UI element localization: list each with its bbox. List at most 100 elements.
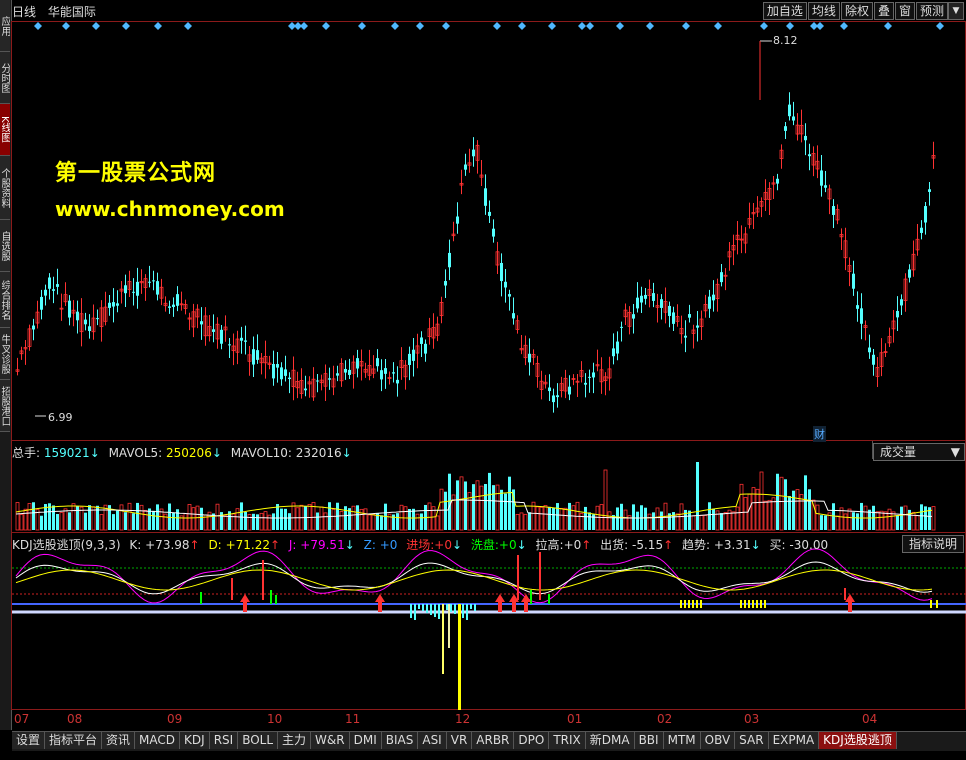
finance-badge[interactable]: 财 [813, 426, 826, 442]
volume-bar [720, 513, 723, 530]
event-diamond-icon [322, 22, 330, 30]
volume-bar [56, 513, 59, 530]
volume-bar [792, 490, 795, 530]
candle-body [108, 302, 111, 308]
indicator-tab[interactable]: RSI [209, 732, 239, 749]
candle-body [176, 294, 179, 306]
indicator-tab[interactable]: 新DMA [585, 732, 635, 749]
indicator-tab[interactable]: BOLL [238, 732, 279, 749]
indicator-tab[interactable]: 设置 [12, 732, 46, 749]
histogram-bar [930, 600, 932, 608]
indicator-tab[interactable]: DPO [514, 732, 550, 749]
histogram-bar [438, 604, 440, 619]
indicator-tab[interactable]: DMI [349, 732, 382, 749]
indicator-tab[interactable]: VR [446, 732, 473, 749]
candle-body [156, 281, 159, 295]
indicator-tab[interactable]: W&R [311, 732, 350, 749]
indicator-tab[interactable]: 指标平台 [45, 732, 103, 749]
candle-body [908, 269, 911, 278]
volume-bar [32, 502, 35, 530]
x-axis-label: 01 [567, 712, 583, 726]
kline-chart-canvas[interactable] [0, 0, 966, 760]
event-diamond-icon [493, 22, 501, 30]
candle-body [412, 349, 415, 361]
volume-selector[interactable]: 成交量 ▼ [873, 443, 965, 461]
volume-bar [616, 507, 619, 530]
indicator-tab[interactable]: ARBR [472, 732, 515, 749]
volume-bar [59, 512, 64, 531]
volume-bar [847, 508, 852, 531]
volume-bar [71, 503, 76, 531]
candle-body [52, 289, 55, 291]
volume-bar [875, 511, 880, 531]
volume-bar [156, 504, 159, 530]
watermark-url: www.chnmoney.com [55, 197, 285, 221]
chart-window: 应用 分时图 K线图 个股资料 自选股 综合排名 牛叉诊股 招股港口 日线 华能国际 加自选 … [0, 0, 966, 760]
candle-body [492, 228, 495, 237]
volume-bar [444, 491, 447, 530]
volume-bar [280, 508, 283, 530]
x-axis-label: 04 [862, 712, 878, 726]
ch-value: 出货: -5.15↑ [600, 538, 674, 552]
volume-bar [256, 514, 259, 530]
candle-body [464, 164, 467, 170]
candle-body [488, 211, 491, 216]
candle-body [380, 370, 383, 380]
histogram-bar [470, 604, 472, 609]
candle-body [280, 367, 283, 380]
volume-bar [804, 475, 807, 530]
candle-body [116, 303, 119, 306]
candle-body [548, 387, 551, 392]
volume-bar [408, 509, 411, 530]
indicator-tab[interactable]: 资讯 [102, 732, 136, 749]
volume-bar [351, 505, 356, 531]
event-diamond-icon [62, 22, 70, 30]
candle-body [860, 308, 863, 324]
indicator-tab[interactable]: EXPMA [768, 732, 820, 749]
event-diamond-icon [714, 22, 722, 30]
volume-bar [291, 502, 296, 531]
watermark-title: 第一股票公式网 [55, 161, 217, 186]
indicator-tab[interactable]: BBI [634, 732, 664, 749]
volume-bar [288, 513, 291, 530]
indicator-tab[interactable]: MACD [135, 732, 181, 749]
indicator-tab[interactable]: TRIX [549, 732, 586, 749]
total-volume: 总手: 159021↓ [12, 446, 100, 460]
candle-body [528, 353, 531, 363]
histogram-bar [756, 600, 758, 608]
candle-body [924, 206, 927, 223]
histogram-bar [434, 604, 436, 617]
volume-bar [152, 510, 155, 530]
volume-bar [652, 512, 655, 530]
volume-bar [595, 505, 600, 531]
candle-body [376, 358, 379, 367]
volume-bar [735, 506, 740, 531]
volume-bar [535, 506, 540, 531]
indicator-tab[interactable]: 主力 [278, 732, 312, 749]
indicator-tab[interactable]: KDJ选股逃顶 [819, 732, 897, 749]
volume-bar [607, 511, 612, 531]
indicator-tab[interactable]: OBV [700, 732, 736, 749]
x-axis-label: 08 [67, 712, 83, 726]
indicator-help-button[interactable]: 指标说明 [902, 535, 965, 553]
volume-bar [795, 489, 800, 531]
volume-bar [472, 484, 475, 530]
candle-body [872, 354, 875, 365]
indicator-tab[interactable]: ASI [418, 732, 447, 749]
indicator-tab[interactable]: KDJ [180, 732, 210, 749]
indicator-tab[interactable]: MTM [663, 732, 701, 749]
indicator-tab[interactable]: BIAS [381, 732, 419, 749]
histogram-bar [688, 600, 690, 608]
event-diamond-icon [646, 22, 654, 30]
candle-body [556, 395, 559, 398]
volume-bar [588, 512, 591, 530]
volume-bar [655, 507, 660, 531]
volume-bar [852, 512, 855, 530]
candle-body [688, 314, 691, 318]
volume-bar [435, 515, 440, 531]
event-diamond-icon [616, 22, 624, 30]
volume-bar [824, 515, 827, 530]
indicator-tab[interactable]: SAR [735, 732, 769, 749]
lg-value: 拉高:+0↑ [535, 538, 592, 552]
candle-body [304, 388, 307, 391]
